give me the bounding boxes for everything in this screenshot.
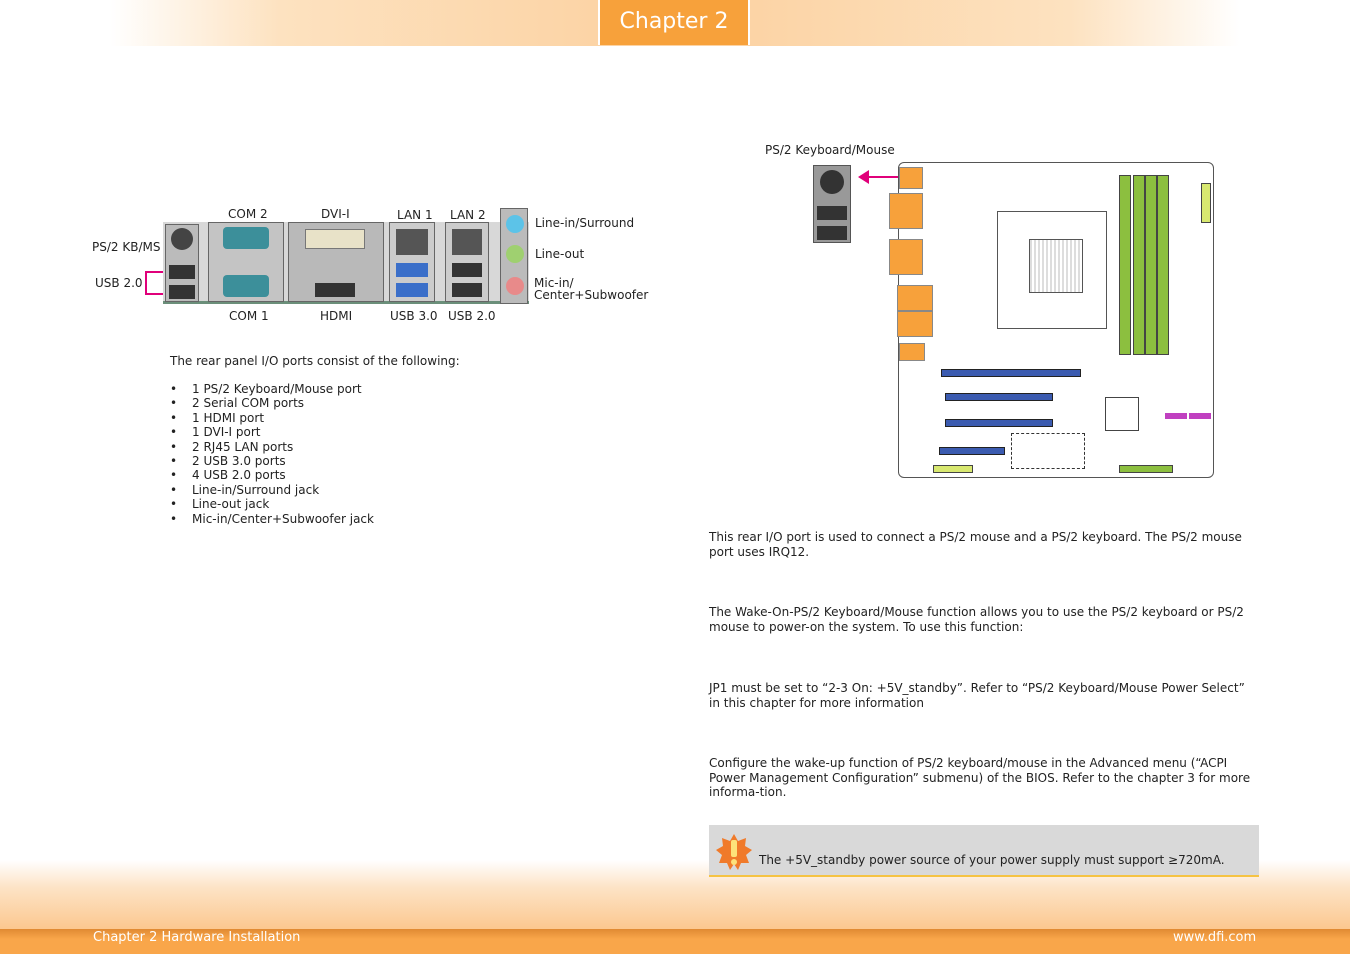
- footer: Chapter 2 Hardware Installation www.dfi.…: [0, 929, 1350, 954]
- list-item: 1 PS/2 Keyboard/Mouse port: [170, 382, 374, 397]
- list-item: 4 USB 2.0 ports: [170, 468, 374, 483]
- label-usb20: USB 2.0: [448, 309, 496, 323]
- paragraph: This rear I/O port is used to connect a …: [709, 530, 1242, 559]
- label-mic-in-2: Center+Subwoofer: [534, 288, 649, 302]
- ports-list: 1 PS/2 Keyboard/Mouse port 2 Serial COM …: [170, 382, 374, 526]
- list-item: 2 USB 3.0 ports: [170, 454, 374, 469]
- label-hdmi: HDMI: [320, 309, 353, 323]
- usb-highlight-bracket: [145, 271, 163, 295]
- paragraph: Configure the wake-up function of PS/2 k…: [709, 756, 1251, 799]
- warning-icon: [716, 834, 752, 870]
- list-item: 2 RJ45 LAN ports: [170, 440, 374, 455]
- label-usb-left: USB 2.0: [95, 276, 143, 290]
- label-com1: COM 1: [229, 309, 269, 323]
- com-ports: [208, 222, 284, 302]
- label-dvi: DVI-I: [321, 207, 350, 221]
- audio-jacks: [500, 208, 528, 304]
- paragraph: The Wake-On-PS/2 Keyboard/Mouse function…: [709, 605, 1244, 634]
- paragraph: JP1 must be set to “2-3 On: +5V_standby”…: [709, 681, 1245, 710]
- label-lan1: LAN 1: [397, 208, 433, 222]
- ps2-usb-stack: [165, 224, 199, 302]
- chapter-tab: Chapter 2: [598, 0, 750, 45]
- label-ps2: PS/2 KB/MS: [92, 240, 161, 254]
- label-line-out: Line-out: [535, 247, 585, 261]
- note-text: The +5V_standby power source of your pow…: [759, 853, 1225, 867]
- arrow-line: [868, 176, 898, 178]
- footer-website-link[interactable]: www.dfi.com: [1173, 930, 1256, 945]
- label-usb30: USB 3.0: [390, 309, 438, 323]
- intro-text: The rear panel I/O ports consist of the …: [170, 354, 460, 368]
- lan2-usb20-ports: [445, 222, 489, 302]
- list-item: Line-out jack: [170, 497, 374, 512]
- list-item: 2 Serial COM ports: [170, 396, 374, 411]
- lan1-usb30-ports: [389, 222, 435, 302]
- label-line-in: Line-in/Surround: [535, 216, 635, 230]
- note-box: The +5V_standby power source of your pow…: [709, 825, 1259, 877]
- dvi-hdmi-ports: [288, 222, 384, 302]
- footer-chapter: Chapter 2 Hardware Installation: [93, 930, 301, 945]
- ps2-port-image: [813, 165, 851, 243]
- board-label: PS/2 Keyboard/Mouse: [765, 143, 895, 157]
- label-lan2: LAN 2: [450, 208, 486, 222]
- list-item: Mic-in/Center+Subwoofer jack: [170, 512, 374, 527]
- label-com2: COM 2: [228, 207, 268, 221]
- list-item: 1 HDMI port: [170, 411, 374, 426]
- rear-io-panel-image: [163, 208, 529, 304]
- motherboard-diagram: [889, 162, 1214, 478]
- list-item: 1 DVI-I port: [170, 425, 374, 440]
- list-item: Line-in/Surround jack: [170, 483, 374, 498]
